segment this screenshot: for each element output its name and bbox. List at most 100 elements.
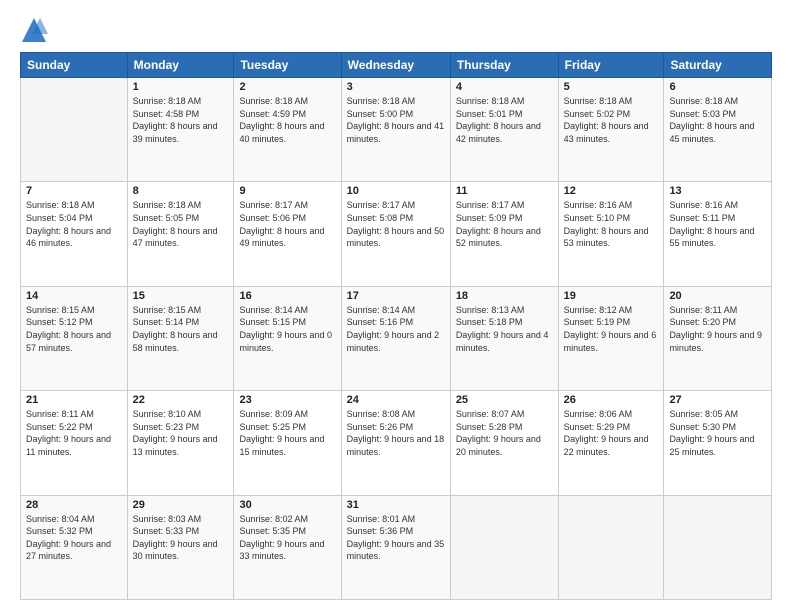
day-info: Sunrise: 8:18 AMSunset: 4:59 PMDaylight:… — [239, 95, 335, 145]
day-number: 15 — [133, 290, 229, 302]
calendar-table: SundayMondayTuesdayWednesdayThursdayFrid… — [20, 52, 772, 600]
calendar-cell: 30 Sunrise: 8:02 AMSunset: 5:35 PMDayligh… — [234, 495, 341, 599]
day-number: 21 — [26, 394, 122, 406]
day-number: 4 — [456, 81, 553, 93]
day-info: Sunrise: 8:06 AMSunset: 5:29 PMDaylight:… — [564, 408, 659, 458]
week-row: 14Sunrise: 8:15 AMSunset: 5:12 PMDayligh… — [21, 286, 772, 390]
day-number: 20 — [669, 290, 766, 302]
day-info: Sunrise: 8:08 AMSunset: 5:26 PMDaylight:… — [347, 408, 445, 458]
calendar-cell: 17 Sunrise: 8:14 AMSunset: 5:16 PMDayligh… — [341, 286, 450, 390]
day-number: 16 — [239, 290, 335, 302]
day-number: 30 — [239, 499, 335, 511]
calendar-cell: 14Sunrise: 8:15 AMSunset: 5:12 PMDayligh… — [21, 286, 128, 390]
calendar-cell: 24 Sunrise: 8:08 AMSunset: 5:26 PMDayligh… — [341, 391, 450, 495]
calendar-cell: 7Sunrise: 8:18 AMSunset: 5:04 PMDaylight… — [21, 182, 128, 286]
day-info: Sunrise: 8:17 AMSunset: 5:09 PMDaylight:… — [456, 199, 553, 249]
day-info: Sunrise: 8:18 AMSunset: 5:03 PMDaylight:… — [669, 95, 766, 145]
day-number: 17 — [347, 290, 445, 302]
calendar-cell — [450, 495, 558, 599]
calendar-cell: 5 Sunrise: 8:18 AMSunset: 5:02 PMDaylight… — [558, 78, 664, 182]
header-day: Thursday — [450, 53, 558, 78]
day-info: Sunrise: 8:01 AMSunset: 5:36 PMDaylight:… — [347, 513, 445, 563]
day-info: Sunrise: 8:03 AMSunset: 5:33 PMDaylight:… — [133, 513, 229, 563]
page: SundayMondayTuesdayWednesdayThursdayFrid… — [0, 0, 792, 612]
day-number: 3 — [347, 81, 445, 93]
day-number: 23 — [239, 394, 335, 406]
header-day: Monday — [127, 53, 234, 78]
header-day: Saturday — [664, 53, 772, 78]
week-row: 1 Sunrise: 8:18 AMSunset: 4:58 PMDaylight… — [21, 78, 772, 182]
week-row: 21 Sunrise: 8:11 AMSunset: 5:22 PMDayligh… — [21, 391, 772, 495]
calendar-cell: 10Sunrise: 8:17 AMSunset: 5:08 PMDayligh… — [341, 182, 450, 286]
day-info: Sunrise: 8:18 AMSunset: 5:02 PMDaylight:… — [564, 95, 659, 145]
day-number: 31 — [347, 499, 445, 511]
day-info: Sunrise: 8:16 AMSunset: 5:10 PMDaylight:… — [564, 199, 659, 249]
day-info: Sunrise: 8:10 AMSunset: 5:23 PMDaylight:… — [133, 408, 229, 458]
day-info: Sunrise: 8:14 AMSunset: 5:15 PMDaylight:… — [239, 304, 335, 354]
day-info: Sunrise: 8:18 AMSunset: 5:01 PMDaylight:… — [456, 95, 553, 145]
day-info: Sunrise: 8:13 AMSunset: 5:18 PMDaylight:… — [456, 304, 553, 354]
day-number: 24 — [347, 394, 445, 406]
calendar-cell — [664, 495, 772, 599]
calendar-cell: 26 Sunrise: 8:06 AMSunset: 5:29 PMDayligh… — [558, 391, 664, 495]
day-info: Sunrise: 8:18 AMSunset: 5:04 PMDaylight:… — [26, 199, 122, 249]
week-row: 7Sunrise: 8:18 AMSunset: 5:04 PMDaylight… — [21, 182, 772, 286]
calendar-cell: 6Sunrise: 8:18 AMSunset: 5:03 PMDaylight… — [664, 78, 772, 182]
day-info: Sunrise: 8:09 AMSunset: 5:25 PMDaylight:… — [239, 408, 335, 458]
day-number: 13 — [669, 185, 766, 197]
day-number: 9 — [239, 185, 335, 197]
day-number: 25 — [456, 394, 553, 406]
day-info: Sunrise: 8:12 AMSunset: 5:19 PMDaylight:… — [564, 304, 659, 354]
day-info: Sunrise: 8:18 AMSunset: 5:05 PMDaylight:… — [133, 199, 229, 249]
header-day: Sunday — [21, 53, 128, 78]
day-info: Sunrise: 8:02 AMSunset: 5:35 PMDaylight:… — [239, 513, 335, 563]
logo-icon — [20, 16, 48, 44]
day-info: Sunrise: 8:18 AMSunset: 4:58 PMDaylight:… — [133, 95, 229, 145]
calendar-cell: 12Sunrise: 8:16 AMSunset: 5:10 PMDayligh… — [558, 182, 664, 286]
calendar-cell: 20 Sunrise: 8:11 AMSunset: 5:20 PMDayligh… — [664, 286, 772, 390]
calendar-cell: 21 Sunrise: 8:11 AMSunset: 5:22 PMDayligh… — [21, 391, 128, 495]
calendar-cell — [21, 78, 128, 182]
day-number: 26 — [564, 394, 659, 406]
day-number: 22 — [133, 394, 229, 406]
day-number: 14 — [26, 290, 122, 302]
header-day: Friday — [558, 53, 664, 78]
day-number: 5 — [564, 81, 659, 93]
day-info: Sunrise: 8:07 AMSunset: 5:28 PMDaylight:… — [456, 408, 553, 458]
calendar-cell: 28Sunrise: 8:04 AMSunset: 5:32 PMDayligh… — [21, 495, 128, 599]
calendar-cell — [558, 495, 664, 599]
calendar-cell: 15Sunrise: 8:15 AMSunset: 5:14 PMDayligh… — [127, 286, 234, 390]
day-info: Sunrise: 8:05 AMSunset: 5:30 PMDaylight:… — [669, 408, 766, 458]
header — [20, 16, 772, 44]
calendar-cell: 8 Sunrise: 8:18 AMSunset: 5:05 PMDaylight… — [127, 182, 234, 286]
calendar-cell: 2 Sunrise: 8:18 AMSunset: 4:59 PMDaylight… — [234, 78, 341, 182]
day-info: Sunrise: 8:18 AMSunset: 5:00 PMDaylight:… — [347, 95, 445, 145]
calendar-cell: 1 Sunrise: 8:18 AMSunset: 4:58 PMDaylight… — [127, 78, 234, 182]
calendar-cell: 3 Sunrise: 8:18 AMSunset: 5:00 PMDaylight… — [341, 78, 450, 182]
header-row: SundayMondayTuesdayWednesdayThursdayFrid… — [21, 53, 772, 78]
day-number: 1 — [133, 81, 229, 93]
day-number: 8 — [133, 185, 229, 197]
calendar-cell: 18 Sunrise: 8:13 AMSunset: 5:18 PMDayligh… — [450, 286, 558, 390]
day-number: 2 — [239, 81, 335, 93]
header-day: Wednesday — [341, 53, 450, 78]
calendar-cell: 23 Sunrise: 8:09 AMSunset: 5:25 PMDayligh… — [234, 391, 341, 495]
calendar-cell: 13Sunrise: 8:16 AMSunset: 5:11 PMDayligh… — [664, 182, 772, 286]
calendar-cell: 19 Sunrise: 8:12 AMSunset: 5:19 PMDayligh… — [558, 286, 664, 390]
day-number: 18 — [456, 290, 553, 302]
calendar-cell: 4 Sunrise: 8:18 AMSunset: 5:01 PMDaylight… — [450, 78, 558, 182]
day-info: Sunrise: 8:14 AMSunset: 5:16 PMDaylight:… — [347, 304, 445, 354]
day-number: 27 — [669, 394, 766, 406]
day-info: Sunrise: 8:11 AMSunset: 5:22 PMDaylight:… — [26, 408, 122, 458]
day-number: 19 — [564, 290, 659, 302]
header-day: Tuesday — [234, 53, 341, 78]
calendar-cell: 31 Sunrise: 8:01 AMSunset: 5:36 PMDayligh… — [341, 495, 450, 599]
calendar-cell: 27 Sunrise: 8:05 AMSunset: 5:30 PMDayligh… — [664, 391, 772, 495]
calendar-cell: 22 Sunrise: 8:10 AMSunset: 5:23 PMDayligh… — [127, 391, 234, 495]
calendar-cell: 11 Sunrise: 8:17 AMSunset: 5:09 PMDayligh… — [450, 182, 558, 286]
day-number: 11 — [456, 185, 553, 197]
day-number: 28 — [26, 499, 122, 511]
logo — [20, 16, 52, 44]
calendar-cell: 25 Sunrise: 8:07 AMSunset: 5:28 PMDayligh… — [450, 391, 558, 495]
day-info: Sunrise: 8:11 AMSunset: 5:20 PMDaylight:… — [669, 304, 766, 354]
